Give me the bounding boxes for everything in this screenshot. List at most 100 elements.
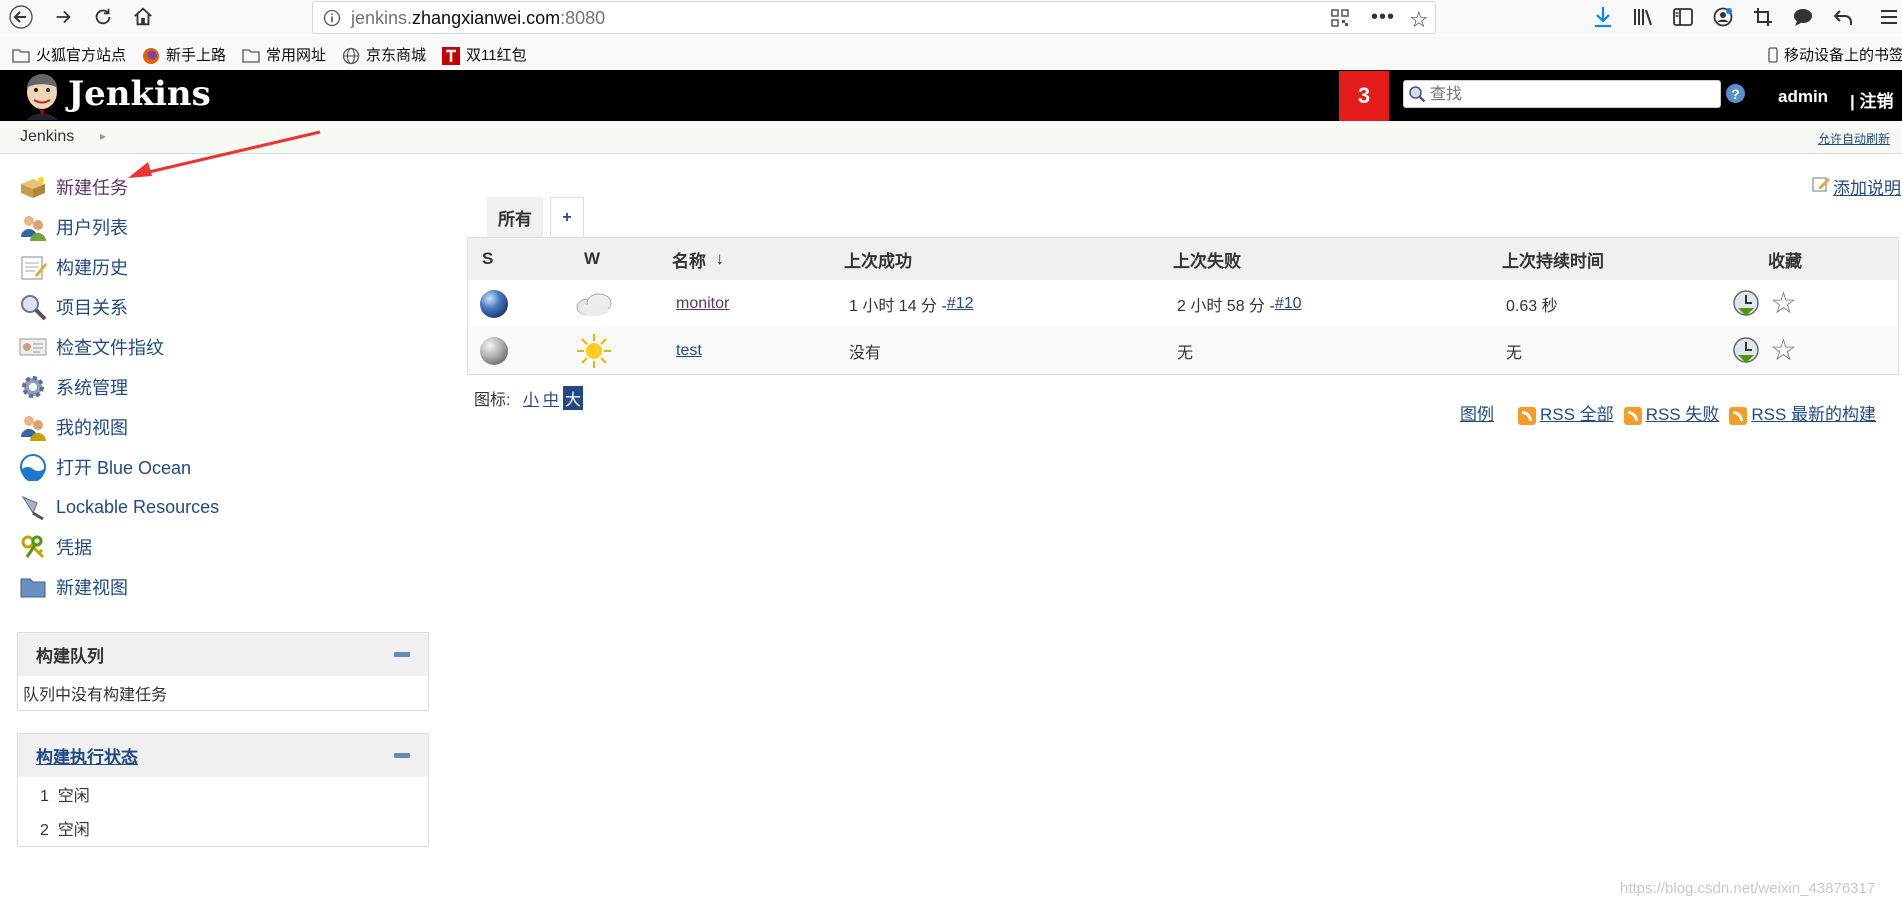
- cloud-icon[interactable]: [574, 280, 614, 327]
- legend-link[interactable]: 图例: [1460, 400, 1494, 425]
- col-last-success[interactable]: 上次成功: [844, 238, 912, 280]
- icon-size-small[interactable]: 小: [523, 386, 539, 410]
- forward-icon[interactable]: [50, 4, 76, 30]
- sidebar-item-label[interactable]: 项目关系: [56, 294, 128, 320]
- add-description-link[interactable]: 添加说明: [1833, 174, 1901, 199]
- sidebar-item-label[interactable]: 新建任务: [56, 174, 128, 200]
- logout-link[interactable]: | 注销: [1850, 87, 1893, 112]
- mobile-bookmarks[interactable]: 移动设备上的书签: [1768, 44, 1902, 65]
- bookmark-item[interactable]: 新手上路: [142, 44, 226, 65]
- sidebar-item-label[interactable]: 新建视图: [56, 574, 128, 600]
- search-box[interactable]: [1403, 80, 1721, 108]
- build-link[interactable]: #12: [947, 295, 974, 313]
- col-favorite[interactable]: 收藏: [1768, 238, 1802, 280]
- url-bar[interactable]: jenkins.zhangxianwei.com:8080 ••• ☆: [312, 1, 1436, 34]
- jenkins-butler-logo-icon[interactable]: [20, 72, 64, 125]
- info-icon[interactable]: [323, 9, 341, 32]
- collapse-icon[interactable]: [394, 753, 410, 758]
- job-link[interactable]: monitor: [676, 295, 729, 313]
- library-icon[interactable]: [1632, 6, 1654, 33]
- executor-row: 2 空闲: [18, 811, 428, 846]
- url-text: jenkins.zhangxianwei.com:8080: [351, 8, 605, 29]
- sidebar-item-new-job[interactable]: 新建任务: [18, 172, 128, 202]
- bookmark-star-icon[interactable]: ☆: [1409, 7, 1429, 33]
- back-icon[interactable]: [8, 4, 34, 30]
- sidebar-item-users[interactable]: 用户列表: [18, 212, 128, 242]
- reload-icon[interactable]: [90, 4, 116, 30]
- sidebar-item-build-history[interactable]: 构建历史: [18, 252, 128, 282]
- collapse-icon[interactable]: [394, 652, 410, 657]
- status-ball-icon[interactable]: [478, 327, 510, 374]
- sidebar-item-credentials[interactable]: 凭据: [18, 532, 92, 562]
- sidebar-item-lockable-resources[interactable]: Lockable Resources: [18, 492, 219, 522]
- qr-code-icon[interactable]: [1331, 9, 1349, 32]
- firefox-icon: [142, 47, 160, 64]
- sidebar-item-label[interactable]: 打开 Blue Ocean: [56, 454, 191, 480]
- col-status[interactable]: S: [482, 238, 493, 280]
- sidebar-item-new-view[interactable]: 新建视图: [18, 572, 128, 602]
- executors-title[interactable]: 构建执行状态: [36, 743, 138, 768]
- breadcrumb-arrow-icon[interactable]: ▸: [100, 129, 106, 143]
- add-description[interactable]: 添加说明: [1812, 174, 1901, 199]
- sidebar-item-project-relationship[interactable]: 项目关系: [18, 292, 128, 322]
- executor-row: 1 空闲: [18, 777, 428, 811]
- tab-all[interactable]: 所有: [487, 197, 543, 237]
- col-weather[interactable]: W: [584, 238, 600, 280]
- sidebar-toggle-icon[interactable]: [1672, 6, 1694, 33]
- breadcrumb-jenkins[interactable]: Jenkins: [20, 128, 74, 146]
- favorite-star-icon[interactable]: ☆: [1770, 280, 1797, 327]
- crop-icon[interactable]: [1752, 6, 1774, 33]
- sidebar-item-fingerprint[interactable]: 检查文件指纹: [18, 332, 164, 362]
- more-actions-icon[interactable]: •••: [1371, 6, 1395, 29]
- col-last-failure[interactable]: 上次失败: [1173, 238, 1241, 280]
- rss-latest[interactable]: RSS 最新的构建: [1729, 400, 1876, 425]
- rss-all[interactable]: RSS 全部: [1518, 400, 1614, 425]
- bookmarks-bar: 火狐官方站点 新手上路 常用网址 京东商城 双11红包 移动设备上的书签: [0, 36, 1902, 71]
- auto-refresh-link[interactable]: 允许自动刷新: [1818, 130, 1890, 147]
- account-icon[interactable]: [1712, 6, 1734, 33]
- url-host: zhangxianwei.com: [412, 8, 561, 28]
- sidebar-item-label[interactable]: 系统管理: [56, 374, 128, 400]
- icon-size-medium[interactable]: 中: [543, 386, 559, 410]
- bookmark-item[interactable]: 常用网址: [242, 44, 326, 65]
- bookmark-item[interactable]: 火狐官方站点: [12, 44, 126, 65]
- sidebar-item-label[interactable]: 用户列表: [56, 214, 128, 240]
- notification-badge[interactable]: 3: [1339, 71, 1389, 121]
- sidebar-item-label[interactable]: Lockable Resources: [56, 497, 219, 518]
- schedule-build-icon[interactable]: [1730, 280, 1762, 327]
- rss-failed-link[interactable]: RSS 失败: [1646, 405, 1720, 424]
- rss-failed[interactable]: RSS 失败: [1623, 400, 1720, 425]
- sidebar-item-label[interactable]: 检查文件指纹: [56, 334, 164, 360]
- bookmark-label: 新手上路: [166, 47, 227, 64]
- bookmark-item[interactable]: 双11红包: [442, 44, 527, 65]
- rss-all-link[interactable]: RSS 全部: [1540, 405, 1614, 424]
- sidebar-item-label[interactable]: 我的视图: [56, 414, 128, 440]
- jenkins-title[interactable]: Jenkins: [68, 74, 211, 114]
- icon-size-selector: 图标: 小 中 大: [474, 386, 583, 410]
- download-icon[interactable]: [1592, 5, 1614, 34]
- sidebar-item-my-views[interactable]: 我的视图: [18, 412, 128, 442]
- home-icon[interactable]: [130, 4, 156, 30]
- sidebar-item-label[interactable]: 构建历史: [56, 254, 128, 280]
- sun-icon[interactable]: [576, 327, 612, 374]
- sidebar-item-manage[interactable]: 系统管理: [18, 372, 128, 402]
- help-icon[interactable]: ?: [1726, 84, 1745, 103]
- job-link[interactable]: test: [676, 342, 702, 360]
- chat-icon[interactable]: [1792, 6, 1814, 33]
- menu-icon[interactable]: [1878, 6, 1900, 33]
- col-last-duration[interactable]: 上次持续时间: [1502, 238, 1604, 280]
- tab-add-view[interactable]: +: [550, 197, 584, 237]
- status-ball-icon[interactable]: [478, 280, 510, 327]
- bookmark-item[interactable]: 京东商城: [342, 44, 426, 65]
- search-input[interactable]: [1428, 84, 1717, 106]
- undo-icon[interactable]: [1832, 6, 1854, 33]
- icon-size-large[interactable]: 大: [562, 386, 583, 410]
- col-name[interactable]: 名称 ↓: [672, 238, 724, 280]
- build-link[interactable]: #10: [1275, 295, 1302, 313]
- rss-latest-link[interactable]: RSS 最新的构建: [1751, 405, 1876, 424]
- sidebar-item-label[interactable]: 凭据: [56, 534, 92, 560]
- sidebar-item-blue-ocean[interactable]: 打开 Blue Ocean: [18, 452, 191, 482]
- schedule-build-icon[interactable]: [1730, 327, 1762, 374]
- favorite-star-icon[interactable]: ☆: [1770, 327, 1797, 374]
- user-link[interactable]: admin: [1778, 87, 1828, 107]
